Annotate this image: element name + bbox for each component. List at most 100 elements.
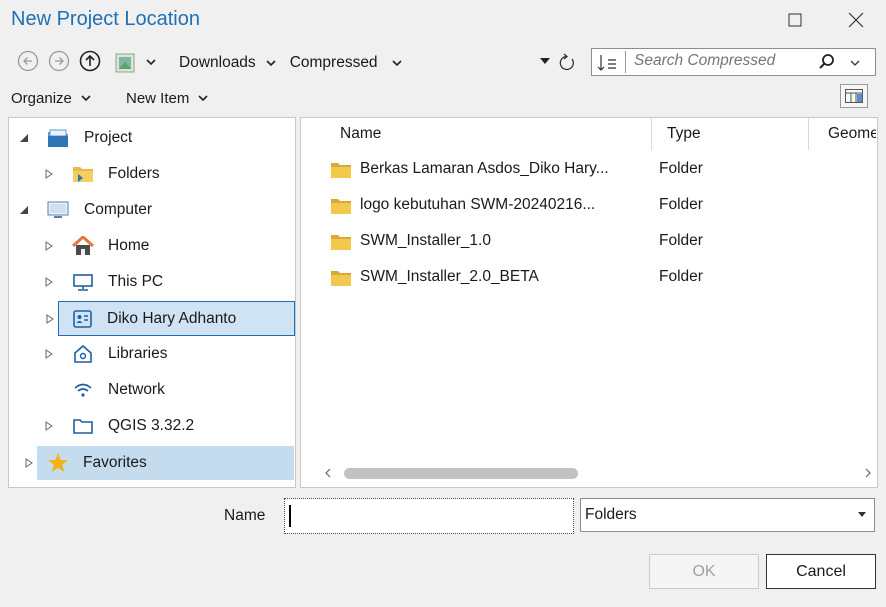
file-row[interactable]: Berkas Lamaran Asdos_Diko Hary... Folder xyxy=(302,151,876,187)
column-header-type[interactable]: Type xyxy=(652,118,808,150)
name-input[interactable] xyxy=(284,498,574,534)
up-button[interactable] xyxy=(79,50,101,72)
pane-splitter[interactable] xyxy=(295,117,301,488)
refresh-icon[interactable] xyxy=(558,53,576,73)
tree-label: This PC xyxy=(108,272,164,290)
folder-outline-icon xyxy=(72,415,94,437)
column-name-label: Name xyxy=(340,125,382,142)
tree-item-this-pc[interactable]: This PC xyxy=(9,265,294,298)
tree-label: Project xyxy=(84,128,133,146)
address-dropdown-icon[interactable] xyxy=(145,56,157,68)
column-header-name[interactable]: Name xyxy=(302,118,651,150)
file-name: Berkas Lamaran Asdos_Diko Hary... xyxy=(360,160,609,177)
horizontal-scrollbar[interactable] xyxy=(316,463,876,483)
sort-icon[interactable] xyxy=(596,53,620,73)
collapsed-arrow-icon[interactable] xyxy=(44,276,54,287)
breadcrumb: Downloads Compressed xyxy=(179,54,403,72)
tree-label: Home xyxy=(108,236,150,254)
collapsed-arrow-icon[interactable] xyxy=(24,458,34,468)
computer-icon xyxy=(47,199,69,221)
cancel-button[interactable]: Cancel xyxy=(766,554,876,589)
close-button[interactable] xyxy=(838,6,874,34)
search-options-chevron-icon[interactable] xyxy=(849,59,861,69)
filter-select[interactable]: Folders xyxy=(580,498,875,532)
tree-item-qgis[interactable]: QGIS 3.32.2 xyxy=(9,409,294,442)
tree-label: Libraries xyxy=(108,344,168,362)
forward-button[interactable] xyxy=(48,50,70,72)
file-type: Folder xyxy=(659,160,703,177)
dropdown-arrow-icon xyxy=(858,512,866,518)
tree-item-home[interactable]: Home xyxy=(9,229,294,262)
user-card-icon xyxy=(72,308,94,330)
tree-label: Favorites xyxy=(83,454,147,471)
text-caret xyxy=(289,505,291,527)
back-button[interactable] xyxy=(17,50,39,72)
location-icon xyxy=(115,53,135,73)
folder-icon xyxy=(330,162,352,179)
tree-item-network[interactable]: Network xyxy=(9,373,294,406)
collapsed-arrow-icon[interactable] xyxy=(44,420,54,431)
maximize-button[interactable] xyxy=(777,6,813,34)
tree-item-project[interactable]: Project xyxy=(9,121,294,154)
organize-menu[interactable]: Organize xyxy=(11,90,92,107)
tree-item-favorites[interactable]: Favorites xyxy=(25,446,294,480)
collapsed-arrow-icon[interactable] xyxy=(44,348,54,359)
expanded-arrow-icon[interactable] xyxy=(19,205,29,215)
details-view-icon xyxy=(845,89,863,103)
scroll-left-icon[interactable] xyxy=(324,468,332,478)
column-header-geometry[interactable]: Geome xyxy=(809,118,876,150)
file-row[interactable]: logo kebutuhan SWM-20240216... Folder xyxy=(302,187,876,223)
new-item-menu[interactable]: New Item xyxy=(126,90,209,107)
tree-label: Network xyxy=(108,380,165,398)
network-icon xyxy=(72,379,94,401)
name-label: Name xyxy=(224,507,266,524)
file-row[interactable]: SWM_Installer_1.0 Folder xyxy=(302,223,876,259)
column-type-label: Type xyxy=(667,125,701,142)
address-bar[interactable]: Downloads Compressed xyxy=(112,48,582,76)
navigation-tree: Project Folders Computer Home This PC Di… xyxy=(9,118,296,487)
file-name: SWM_Installer_2.0_BETA xyxy=(360,268,539,285)
back-arrow-icon xyxy=(17,50,39,72)
file-row[interactable]: SWM_Installer_2.0_BETA Folder xyxy=(302,259,876,295)
scroll-right-icon[interactable] xyxy=(864,468,872,478)
tree-item-computer[interactable]: Computer xyxy=(9,193,294,226)
folder-icon xyxy=(72,163,94,185)
tree-item-user-folder[interactable]: Diko Hary Adhanto xyxy=(46,301,295,336)
search-box[interactable] xyxy=(591,48,876,76)
tree-label: Computer xyxy=(84,200,153,218)
monitor-icon xyxy=(72,271,94,293)
search-input[interactable] xyxy=(634,52,824,70)
close-icon xyxy=(848,12,864,28)
library-icon xyxy=(72,343,94,365)
tree-item-folders[interactable]: Folders xyxy=(9,157,294,190)
project-icon xyxy=(47,127,69,149)
file-type: Folder xyxy=(659,196,703,213)
ok-button[interactable]: OK xyxy=(649,554,759,589)
file-type: Folder xyxy=(659,232,703,249)
chevron-down-icon[interactable] xyxy=(391,57,403,69)
file-type: Folder xyxy=(659,268,703,285)
scrollbar-thumb[interactable] xyxy=(344,468,578,479)
folder-icon xyxy=(330,270,352,287)
file-name: SWM_Installer_1.0 xyxy=(360,232,491,249)
column-geometry-label: Geome xyxy=(828,125,876,142)
chevron-down-icon xyxy=(198,94,208,101)
new-item-label: New Item xyxy=(126,90,190,107)
view-options-button[interactable] xyxy=(840,84,868,108)
tree-item-libraries[interactable]: Libraries xyxy=(9,337,294,370)
breadcrumb-downloads[interactable]: Downloads xyxy=(179,54,256,72)
expanded-arrow-icon[interactable] xyxy=(19,133,29,143)
chevron-down-icon[interactable] xyxy=(265,57,277,69)
collapsed-arrow-icon[interactable] xyxy=(45,313,55,324)
forward-arrow-icon xyxy=(48,50,70,72)
history-dropdown-icon[interactable] xyxy=(540,58,550,66)
collapsed-arrow-icon[interactable] xyxy=(44,168,54,179)
organize-label: Organize xyxy=(11,90,72,107)
dialog-title: New Project Location xyxy=(11,8,200,30)
folder-icon xyxy=(330,234,352,251)
up-arrow-icon xyxy=(79,50,101,72)
breadcrumb-compressed[interactable]: Compressed xyxy=(290,54,378,72)
collapsed-arrow-icon[interactable] xyxy=(44,240,54,251)
search-icon[interactable] xyxy=(818,53,836,71)
tree-label: Folders xyxy=(108,164,160,182)
